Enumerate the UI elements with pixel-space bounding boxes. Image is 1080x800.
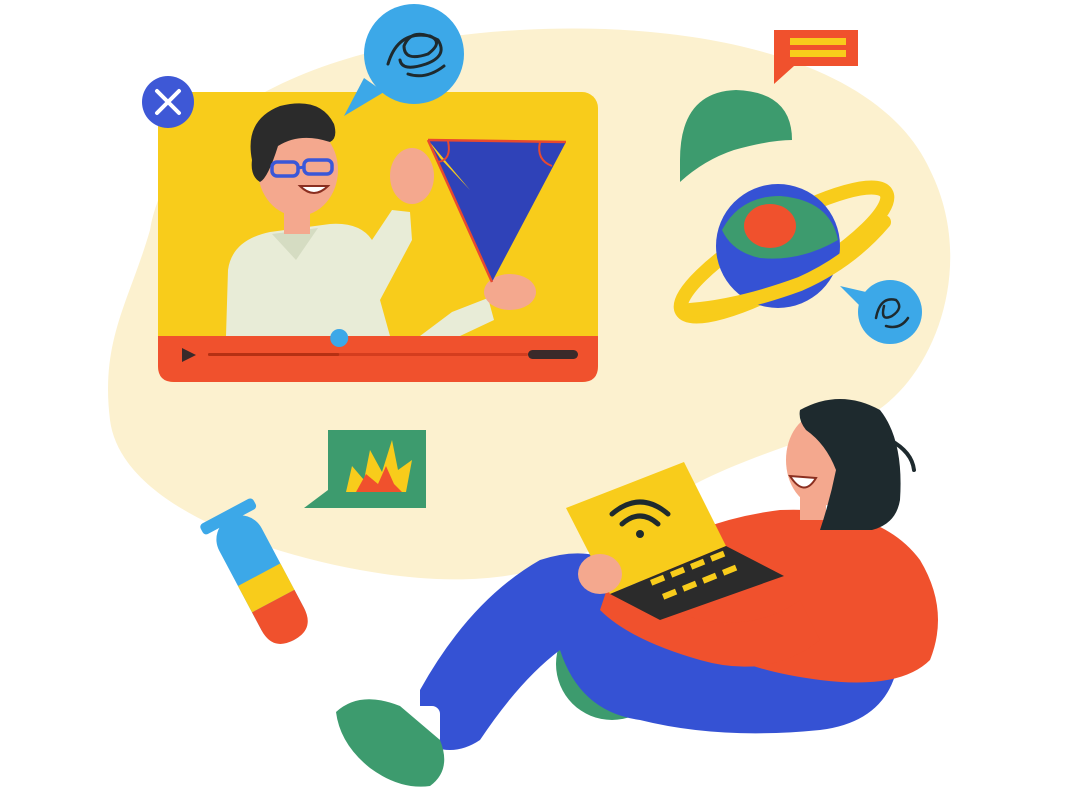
video-controls-bar [158,336,598,382]
illustration [108,4,951,787]
video-progress-knob[interactable] [330,329,349,347]
video-progress-fill [208,353,340,356]
teacher-hand-left [390,148,434,204]
volume-control[interactable] [528,350,578,359]
close-button[interactable] [142,76,194,128]
student-hand [578,554,622,594]
video-player [158,92,598,382]
